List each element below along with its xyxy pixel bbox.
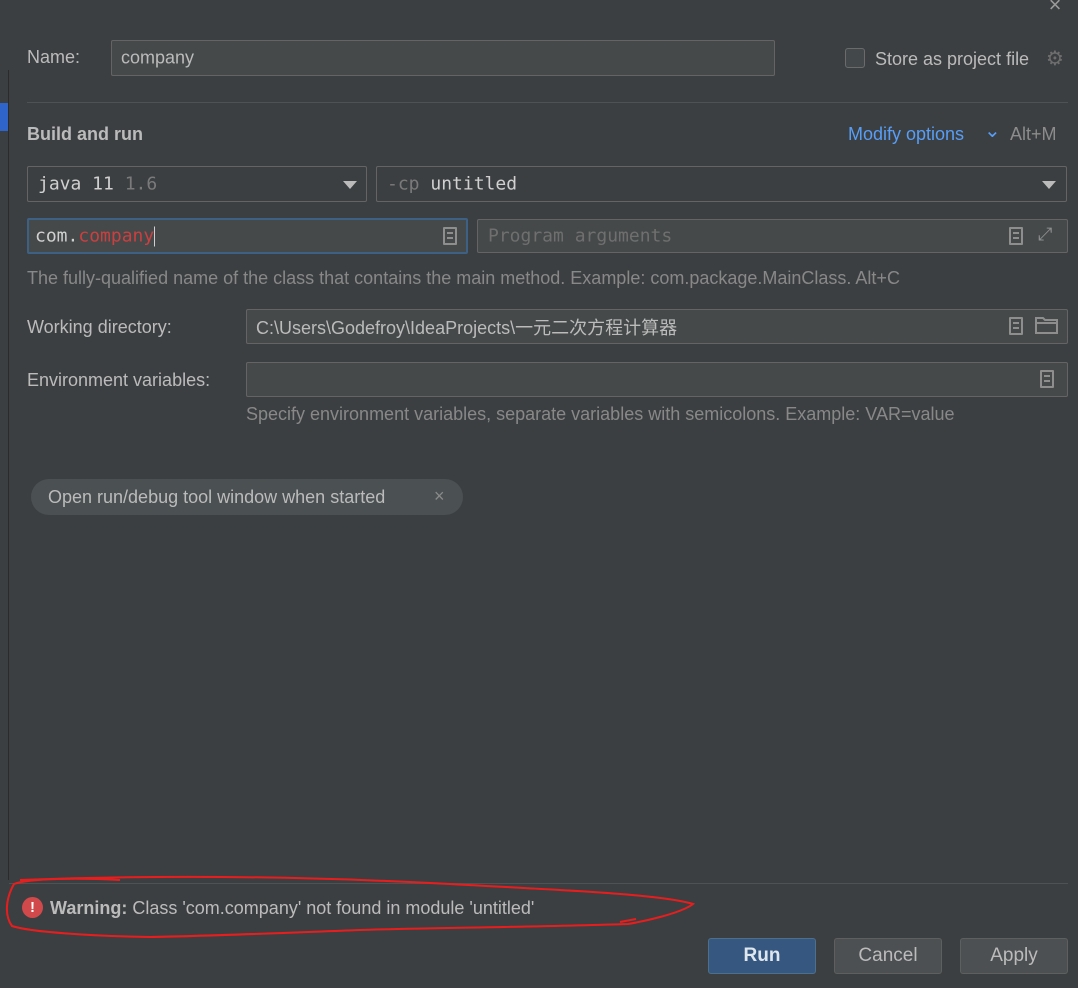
working-directory-label: Working directory: <box>27 317 172 337</box>
name-input[interactable]: company <box>111 40 775 76</box>
browse-icon[interactable] <box>1009 227 1023 245</box>
gear-icon[interactable]: ⚙ <box>1046 49 1064 69</box>
store-as-project-file-checkbox[interactable] <box>845 48 865 68</box>
program-arguments-placeholder: Program arguments <box>488 225 673 247</box>
store-as-project-file-label: Store as project file <box>875 49 1030 69</box>
cancel-button[interactable]: Cancel <box>834 938 942 974</box>
expand-icon[interactable]: ⤢ <box>1038 224 1052 245</box>
separator <box>27 102 1068 103</box>
close-icon[interactable]: × <box>434 486 445 507</box>
classpath-combo-value: -cp untitled <box>387 173 518 195</box>
name-input-value: company <box>121 47 195 68</box>
working-directory-input[interactable]: C:\Users\Godefroy\IdeaProjects\一元二次方程计算器 <box>246 309 1068 344</box>
chevron-down-icon <box>343 181 357 189</box>
run-button[interactable]: Run <box>708 938 816 974</box>
browse-icon[interactable] <box>443 227 457 245</box>
modify-options-link[interactable]: Modify options <box>848 124 964 145</box>
left-panel-edge <box>0 70 9 880</box>
build-and-run-title: Build and run <box>27 124 143 144</box>
option-chip-label: Open run/debug tool window when started <box>48 487 386 507</box>
browse-icon[interactable] <box>1040 370 1054 388</box>
main-class-input[interactable]: com.company <box>27 218 468 254</box>
chevron-down-icon[interactable]: ⌄ <box>984 118 1001 143</box>
classpath-combo[interactable]: -cp untitled <box>376 166 1067 202</box>
apply-button[interactable]: Apply <box>960 938 1068 974</box>
option-chip[interactable]: Open run/debug tool window when started … <box>31 479 463 515</box>
name-label: Name: <box>27 47 81 67</box>
jre-combo-value: java 11 1.6 <box>38 173 158 195</box>
working-directory-value: C:\Users\Godefroy\IdeaProjects\一元二次方程计算器 <box>256 317 678 338</box>
environment-variables-label: Environment variables: <box>27 370 211 390</box>
close-icon[interactable]: × <box>1044 0 1066 16</box>
program-arguments-input[interactable]: Program arguments ⤢ <box>477 219 1068 253</box>
macro-icon[interactable] <box>1009 317 1023 335</box>
chevron-down-icon <box>1042 181 1056 189</box>
jre-combo[interactable]: java 11 1.6 <box>27 166 367 202</box>
environment-variables-input[interactable] <box>246 362 1068 397</box>
environment-variables-hint: Specify environment variables, separate … <box>246 404 955 424</box>
folder-icon[interactable] <box>1035 315 1059 334</box>
red-annotation <box>6 875 696 939</box>
main-class-value: com.company <box>35 225 156 247</box>
left-panel-selection <box>0 103 8 131</box>
main-class-hint: The fully-qualified name of the class th… <box>27 268 900 288</box>
modify-options-shortcut: Alt+M <box>1010 124 1057 144</box>
